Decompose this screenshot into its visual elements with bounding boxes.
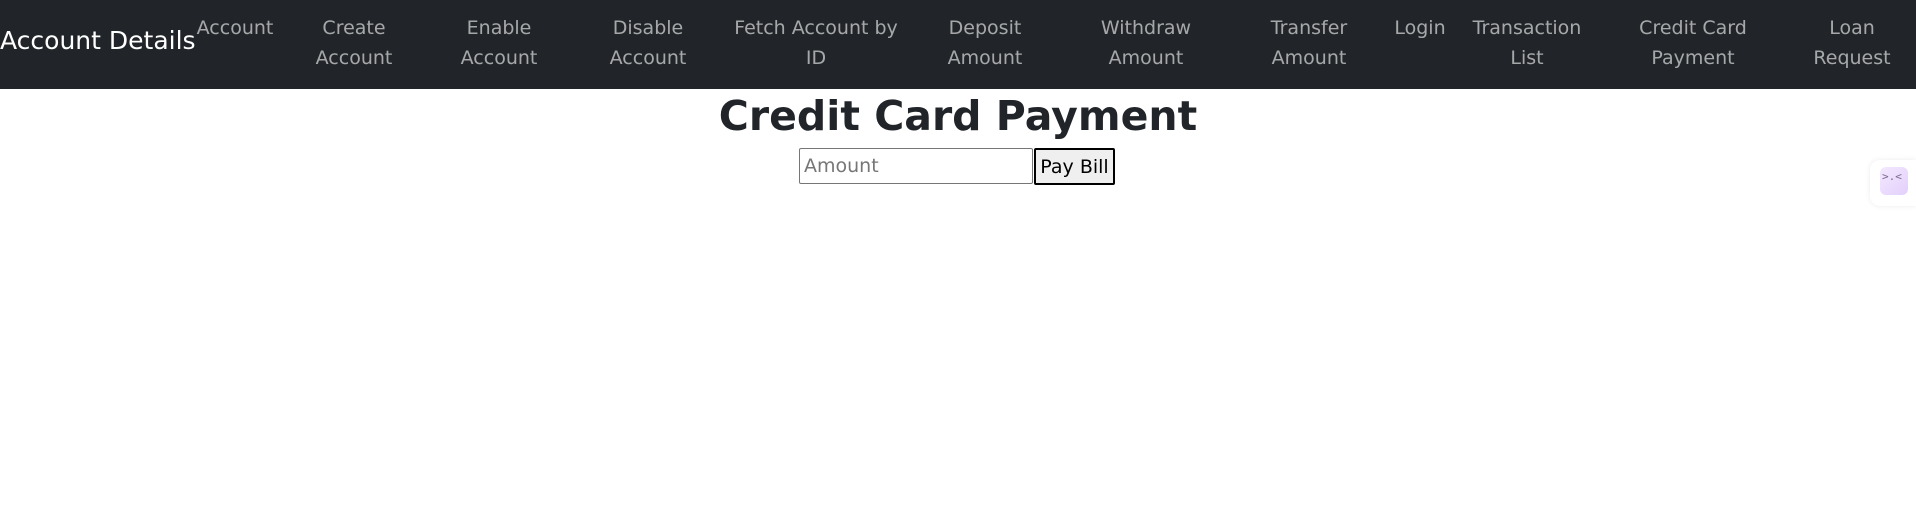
amount-input[interactable] bbox=[799, 148, 1033, 184]
nav-item-create-account[interactable]: Create Account bbox=[316, 13, 393, 73]
pay-bill-button[interactable]: Pay Bill bbox=[1034, 148, 1115, 185]
nav-item-withdraw-amount[interactable]: Withdraw Amount bbox=[1101, 13, 1191, 73]
top-navbar: Account Details Account Create Account E… bbox=[0, 0, 1916, 89]
nav-item-transaction-list[interactable]: Transaction List bbox=[1473, 13, 1582, 73]
side-widget-glyph: >.< bbox=[1882, 170, 1902, 183]
nav-item-deposit-amount[interactable]: Deposit Amount bbox=[948, 13, 1023, 73]
navbar-brand[interactable]: Account Details bbox=[0, 26, 196, 56]
nav-item-account[interactable]: Account bbox=[197, 13, 274, 43]
page-title: Credit Card Payment bbox=[718, 92, 1198, 140]
side-widget[interactable]: >.< bbox=[1870, 160, 1916, 206]
nav-item-credit-card-payment[interactable]: Credit Card Payment bbox=[1639, 13, 1747, 73]
nav-item-transfer-amount[interactable]: Transfer Amount bbox=[1271, 13, 1347, 73]
nav-item-disable-account[interactable]: Disable Account bbox=[610, 13, 687, 73]
nav-item-enable-account[interactable]: Enable Account bbox=[461, 13, 538, 73]
nav-item-login[interactable]: Login bbox=[1394, 13, 1445, 43]
nav-item-fetch-account-by-id[interactable]: Fetch Account by ID bbox=[734, 13, 898, 73]
nav-item-loan-request[interactable]: Loan Request bbox=[1813, 13, 1890, 73]
translate-icon: >.< bbox=[1880, 167, 1908, 195]
